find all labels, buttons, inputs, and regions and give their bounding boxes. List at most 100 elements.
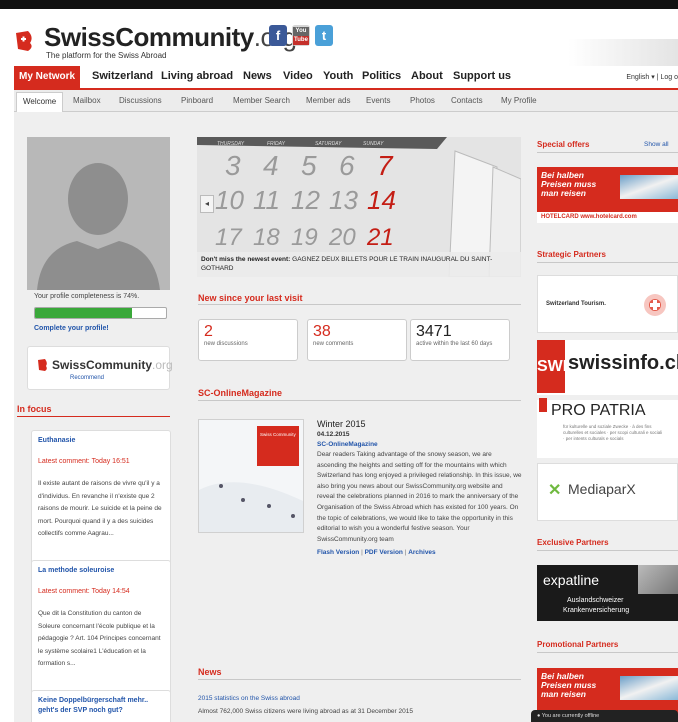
archives-link[interactable]: Archives: [408, 549, 435, 556]
switzerland-tourism-logo[interactable]: Switzerland Tourism.: [537, 275, 678, 333]
focus-card[interactable]: Keine Doppelbürgerschaft mehr.. geht's d…: [31, 690, 171, 722]
calendar-date: 10: [215, 185, 244, 215]
divider: [537, 152, 678, 153]
new-since-title: New since your last visit: [198, 293, 303, 303]
expatline-name: expatline: [543, 572, 600, 588]
calendar-date: 14: [367, 185, 396, 215]
focus-card[interactable]: La methode soleuroise Latest comment: To…: [31, 560, 171, 704]
magazine-text: Dear readers Taking advantage of the sno…: [317, 451, 522, 543]
banner-caption[interactable]: Don't miss the newest event: GAGNEZ DEUX…: [197, 252, 521, 277]
divider: [198, 400, 521, 401]
tab-pinboard[interactable]: Pinboard: [181, 96, 213, 105]
stat-new-discussions[interactable]: 2 new discussions: [198, 319, 298, 361]
banner-prev-button[interactable]: ◂: [200, 195, 214, 213]
tab-mailbox[interactable]: Mailbox: [73, 96, 101, 105]
pro-patria-logo[interactable]: PRO PATRIA für kulturelle und soziale Zw…: [537, 398, 678, 458]
nav-video[interactable]: Video: [283, 70, 313, 82]
promo-image: [620, 676, 678, 700]
nav-politics[interactable]: Politics: [362, 70, 401, 82]
nav-support-us[interactable]: Support us: [453, 70, 511, 82]
youtube-bottom: Tube: [293, 35, 309, 45]
nav-living-abroad[interactable]: Living abroad: [161, 70, 233, 82]
recommend-box[interactable]: SwissCommunity.org Recommend: [27, 346, 173, 390]
nav-youth[interactable]: Youth: [323, 70, 353, 82]
avatar[interactable]: [27, 137, 170, 290]
flash-version-link[interactable]: Flash Version: [317, 549, 359, 556]
magazine-cover[interactable]: Swiss Community: [198, 419, 304, 533]
expatline-photo: [638, 565, 678, 594]
nav-news[interactable]: News: [243, 70, 272, 82]
expatline-ad[interactable]: expatline Auslandschweizer Krankenversic…: [537, 565, 678, 621]
tab-welcome[interactable]: Welcome: [16, 92, 64, 112]
tab-photos[interactable]: Photos: [410, 96, 435, 105]
calendar-day-label: FRIDAY: [267, 141, 286, 147]
pdf-version-link[interactable]: PDF Version: [365, 549, 403, 556]
focus-card-latest: Latest comment: Today 16:51: [38, 458, 130, 465]
mediaparx-logo[interactable]: ✕ MediaparX: [537, 463, 678, 521]
stat-number: 3471: [416, 323, 452, 340]
site-logo[interactable]: SwissCommunity.org: [44, 22, 297, 53]
tab-member-ads[interactable]: Member ads: [306, 96, 350, 105]
sub-navigation: Welcome Mailbox Discussions Pinboard Mem…: [14, 90, 678, 112]
pro-patria-name: PRO PATRIA: [551, 402, 646, 419]
tab-contacts[interactable]: Contacts: [451, 96, 483, 105]
avatar-silhouette-icon: [37, 163, 160, 290]
complete-profile-link[interactable]: Complete your profile!: [34, 325, 109, 332]
stat-new-comments[interactable]: 38 new comments: [307, 319, 407, 361]
tab-events[interactable]: Events: [366, 96, 390, 105]
youtube-top: You: [293, 26, 309, 36]
focus-card-title[interactable]: La methode soleuroise: [38, 566, 164, 576]
stat-active-members[interactable]: 3471 active within the last 60 days: [410, 319, 510, 361]
recommend-link[interactable]: Recommend: [70, 375, 104, 381]
facebook-icon[interactable]: f: [269, 25, 287, 46]
magazine-links: Flash Version | PDF Version | Archives: [317, 547, 522, 558]
tab-my-profile[interactable]: My Profile: [501, 96, 537, 105]
tab-discussions[interactable]: Discussions: [119, 96, 162, 105]
mediaparx-name: MediaparX: [568, 481, 636, 497]
calendar-day-label: SUNDAY: [363, 141, 384, 147]
swiss-tourism-name: Switzerland Tourism.: [546, 301, 606, 307]
profile-progress-bar: [34, 307, 167, 319]
progress-fill: [35, 308, 132, 318]
show-all-link[interactable]: Show all: [644, 141, 669, 148]
tab-member-search[interactable]: Member Search: [233, 96, 290, 105]
magazine-source[interactable]: SC-OnlineMagazine: [317, 440, 522, 450]
calendar-day-label: THURSDAY: [217, 141, 245, 147]
in-focus-title: In focus: [17, 404, 52, 414]
offline-status-bar[interactable]: ● You are currently offline: [531, 710, 678, 722]
language-selector[interactable]: English ▾ | Log o: [626, 73, 678, 81]
calendar-date: 3: [225, 150, 241, 181]
nav-about[interactable]: About: [411, 70, 443, 82]
swissinfo-logo[interactable]: SWI swissinfo.ch: [537, 340, 678, 395]
profile-completeness-text: Your profile completeness is 74%.: [34, 293, 140, 300]
exclusive-partners-title: Exclusive Partners: [537, 538, 609, 547]
site-header: SwissCommunity.org The platform for the …: [0, 9, 678, 75]
magazine-title[interactable]: Winter 2015: [317, 418, 522, 430]
nav-switzerland[interactable]: Switzerland: [92, 70, 153, 82]
special-offers-title: Special offers: [537, 140, 590, 149]
focus-card[interactable]: Euthanasie Latest comment: Today 16:51 I…: [31, 430, 171, 581]
divider: [537, 262, 678, 263]
focus-card-title[interactable]: Keine Doppelbürgerschaft mehr.. geht's d…: [38, 696, 164, 716]
promo-text: Bei halben Preisen muss man reisen: [541, 170, 597, 198]
news-headline[interactable]: 2015 statistics on the Swiss abroad: [198, 695, 300, 702]
twitter-icon[interactable]: t: [315, 25, 333, 46]
focus-card-text: Il existe autant de raisons de vivre qu'…: [38, 480, 162, 537]
youtube-icon[interactable]: You Tube: [292, 25, 310, 46]
main-navigation: My Network Switzerland Living abroad New…: [14, 66, 678, 90]
calendar-date: 12: [291, 185, 320, 215]
focus-card-title[interactable]: Euthanasie: [38, 436, 164, 446]
divider: [198, 679, 521, 680]
calendar-date: 4: [263, 150, 279, 181]
hotelcard-ad[interactable]: Bei halben Preisen muss man reisen HOTEL…: [537, 167, 678, 223]
nav-my-network[interactable]: My Network: [14, 66, 81, 88]
calendar-date: 11: [253, 185, 280, 215]
magazine-section-title: SC-OnlineMagazine: [198, 388, 283, 398]
strategic-partners-title: Strategic Partners: [537, 250, 606, 259]
stat-label: active within the last 60 days: [416, 341, 493, 347]
top-strip: [0, 0, 678, 9]
focus-card-latest: Latest comment: Today 14:54: [38, 588, 130, 595]
stat-number: 2: [204, 323, 213, 340]
calendar-date: 17: [215, 224, 243, 251]
promo-text: Bei halben Preisen muss man reisen: [541, 671, 597, 699]
